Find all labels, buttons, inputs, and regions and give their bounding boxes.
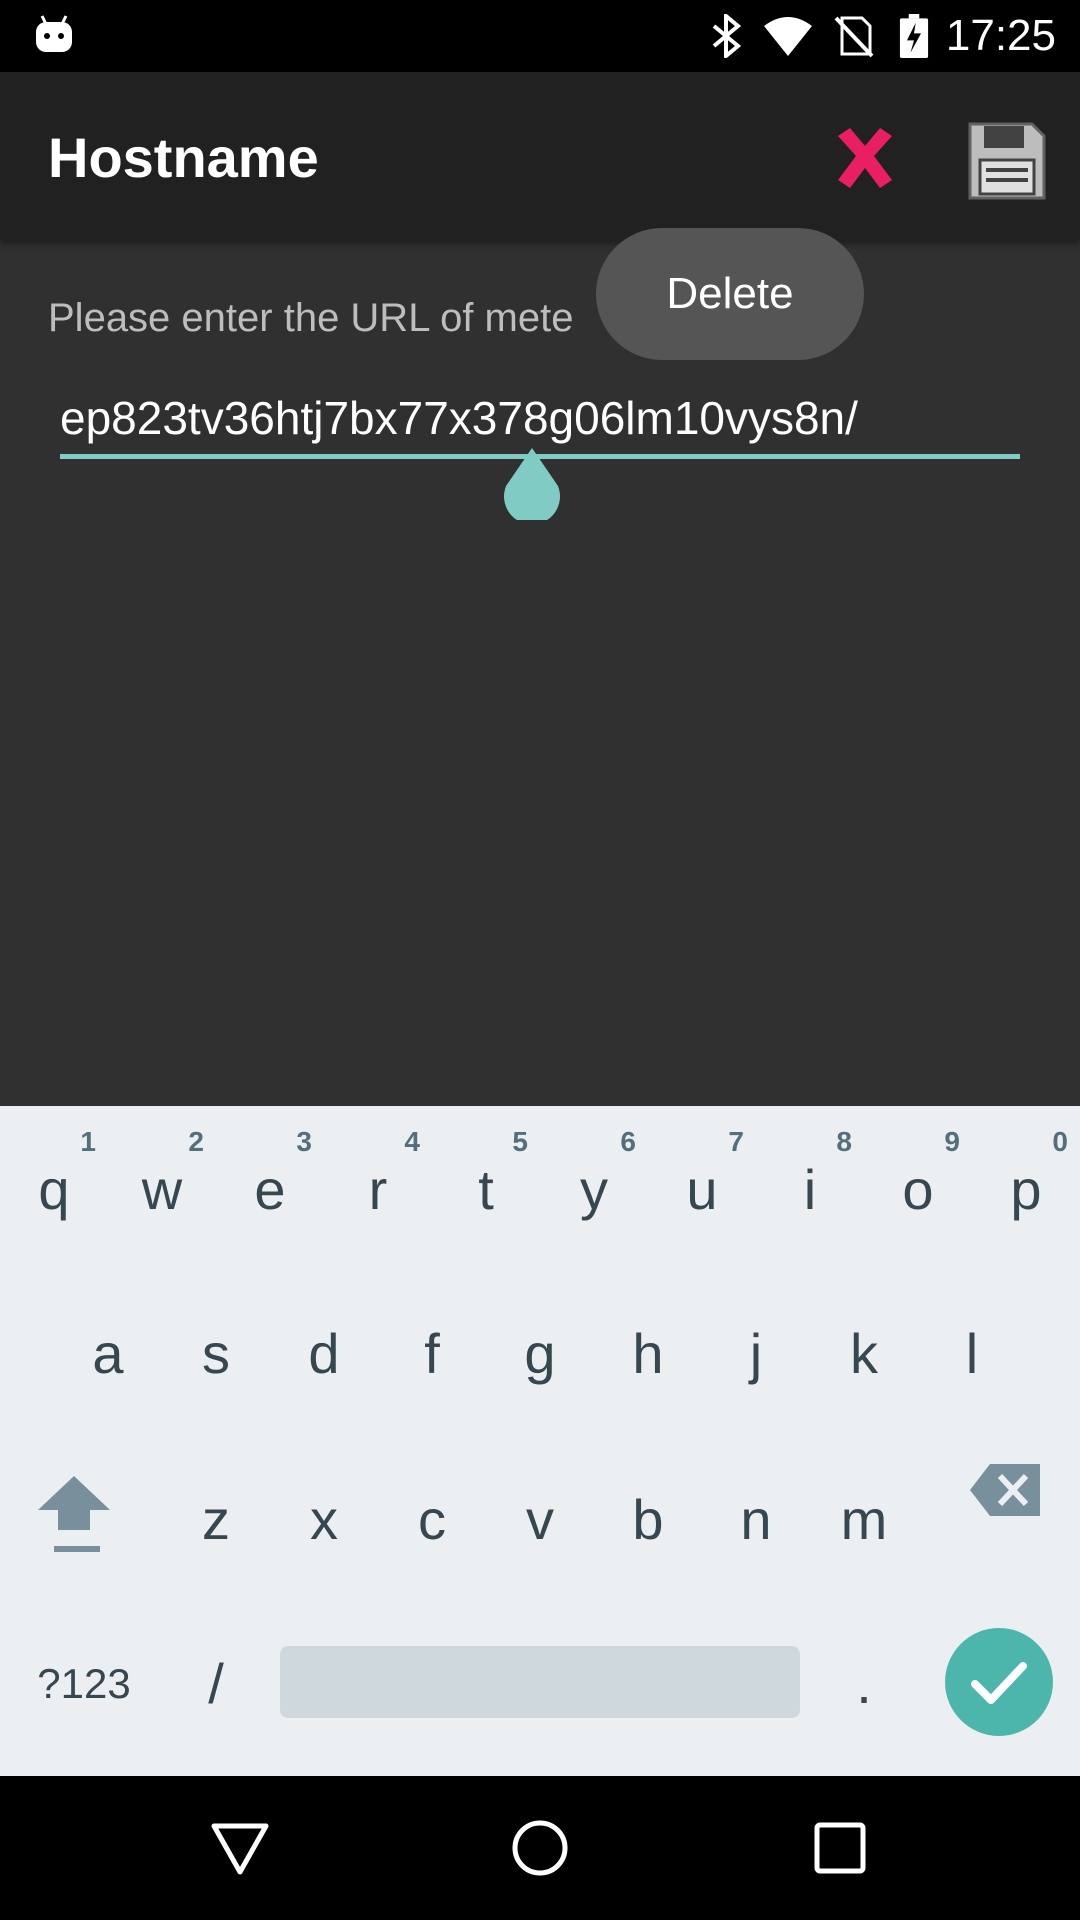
key-hint-5: 5 (512, 1126, 528, 1157)
key-label-k: k (850, 1322, 878, 1385)
recents-icon[interactable] (810, 1818, 870, 1878)
page-title: Hostname (48, 126, 319, 189)
key-label-u: u (686, 1158, 718, 1221)
key-b[interactable]: b (594, 1436, 702, 1596)
shift-key[interactable] (14, 1436, 142, 1596)
checkmark-icon (971, 1662, 1027, 1704)
shift-icon (38, 1476, 110, 1552)
key-k[interactable]: k (810, 1270, 918, 1430)
key-hint-4: 4 (404, 1126, 420, 1157)
key-slash[interactable]: / (162, 1600, 270, 1760)
key-x[interactable]: x (270, 1436, 378, 1596)
navigation-bar (0, 1776, 1080, 1920)
key-label-n: n (740, 1488, 772, 1551)
key-label-period: . (856, 1652, 872, 1715)
key-period[interactable]: . (810, 1600, 918, 1760)
key-y[interactable]: 6y (540, 1106, 648, 1266)
key-l[interactable]: l (918, 1270, 1026, 1430)
key-h[interactable]: h (594, 1270, 702, 1430)
key-n[interactable]: n (702, 1436, 810, 1596)
wifi-icon (764, 17, 812, 56)
key-hint-2: 2 (188, 1126, 204, 1157)
key-label-d: d (308, 1322, 340, 1385)
key-hint-8: 8 (836, 1126, 852, 1157)
key-j[interactable]: j (702, 1270, 810, 1430)
save-icon[interactable] (962, 116, 1052, 206)
key-label-x: x (310, 1488, 338, 1551)
key-label-c: c (418, 1488, 446, 1551)
key-a[interactable]: a (54, 1270, 162, 1430)
key-p[interactable]: 0p (972, 1106, 1080, 1266)
battery-charging-icon (899, 14, 929, 58)
key-i[interactable]: 8i (756, 1106, 864, 1266)
space-bar[interactable] (280, 1646, 800, 1718)
soft-keyboard: 1q 2w 3e 4r 5t 6y 7u 8i 9o 0p a s d f g … (0, 1106, 1080, 1776)
key-s[interactable]: s (162, 1270, 270, 1430)
key-v[interactable]: v (486, 1436, 594, 1596)
delete-popup-label: Delete (666, 269, 794, 318)
url-input[interactable] (60, 380, 1020, 456)
enter-key[interactable] (945, 1628, 1053, 1736)
key-hint-6: 6 (620, 1126, 636, 1157)
key-label-a: a (92, 1322, 124, 1385)
key-d[interactable]: d (270, 1270, 378, 1430)
delete-popup-button[interactable]: Delete (596, 228, 864, 360)
key-label-m: m (840, 1488, 888, 1551)
key-label-v: v (526, 1488, 554, 1551)
key-label-q: q (38, 1158, 70, 1221)
symbols-key[interactable]: ?123 (14, 1600, 154, 1760)
key-label-t: t (478, 1158, 494, 1221)
key-w[interactable]: 2w (108, 1106, 216, 1266)
key-label-y: y (580, 1158, 608, 1221)
no-sim-icon (834, 16, 874, 58)
key-label-b: b (632, 1488, 664, 1551)
key-label-h: h (632, 1322, 664, 1385)
status-bar: 17:25 (0, 0, 1080, 72)
clock: 17:25 (945, 11, 1056, 60)
android-icon (36, 15, 72, 52)
key-label-s: s (202, 1322, 230, 1385)
symbols-key-label: ?123 (37, 1660, 131, 1707)
key-r[interactable]: 4r (324, 1106, 432, 1266)
key-c[interactable]: c (378, 1436, 486, 1596)
key-label-r: r (368, 1158, 388, 1221)
app-bar: Hostname (0, 72, 1080, 240)
key-label-f: f (424, 1322, 440, 1385)
home-icon[interactable] (510, 1818, 570, 1878)
key-label-w: w (141, 1158, 183, 1221)
url-hint-label: Please enter the URL of mete (48, 296, 574, 340)
key-label-g: g (524, 1322, 556, 1385)
backspace-key[interactable] (940, 1436, 1068, 1596)
text-cursor-handle[interactable] (502, 448, 562, 520)
key-q[interactable]: 1q (0, 1106, 108, 1266)
key-hint-3: 3 (296, 1126, 312, 1157)
key-hint-7: 7 (728, 1126, 744, 1157)
key-z[interactable]: z (162, 1436, 270, 1596)
key-label-j: j (749, 1322, 763, 1385)
key-label-e: e (254, 1158, 286, 1221)
key-label-o: o (902, 1158, 934, 1221)
key-label-i: i (803, 1158, 817, 1221)
close-icon[interactable] (820, 114, 910, 204)
key-hint-0: 0 (1052, 1126, 1068, 1157)
key-label-slash: / (208, 1652, 224, 1715)
key-hint-1: 1 (80, 1126, 96, 1157)
key-u[interactable]: 7u (648, 1106, 756, 1266)
key-label-z: z (202, 1488, 230, 1551)
key-g[interactable]: g (486, 1270, 594, 1430)
key-o[interactable]: 9o (864, 1106, 972, 1266)
backspace-icon (970, 1464, 1040, 1516)
key-hint-9: 9 (944, 1126, 960, 1157)
bluetooth-icon (712, 14, 742, 58)
key-e[interactable]: 3e (216, 1106, 324, 1266)
key-t[interactable]: 5t (432, 1106, 540, 1266)
key-m[interactable]: m (810, 1436, 918, 1596)
key-label-l: l (965, 1322, 979, 1385)
back-icon[interactable] (210, 1818, 270, 1878)
key-f[interactable]: f (378, 1270, 486, 1430)
key-label-p: p (1010, 1158, 1042, 1221)
